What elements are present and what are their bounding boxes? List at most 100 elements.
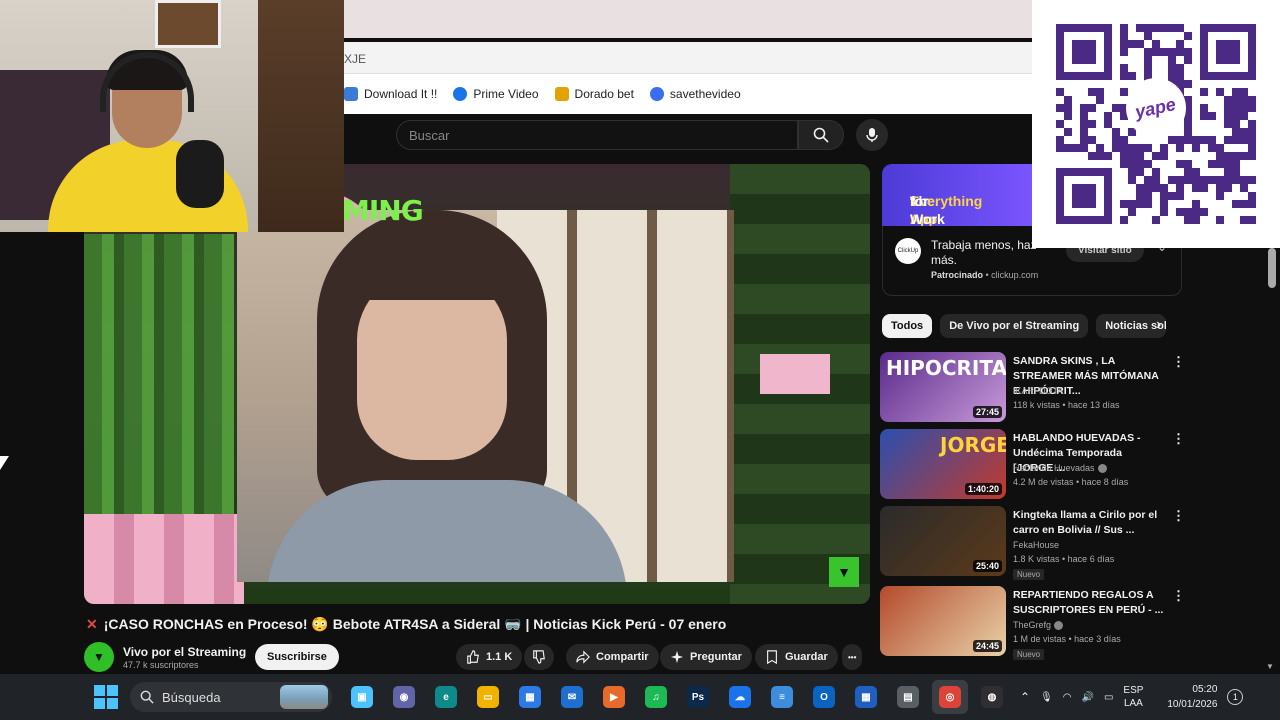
recommendation-channel[interactable]: IKARI DOTA (1013, 386, 1063, 396)
search-placeholder: Buscar (409, 128, 450, 143)
save-button[interactable]: Guardar (755, 644, 838, 670)
recommendation-item[interactable]: HIPOCRITA 27:45 SANDRA SKINS , LA STREAM… (880, 352, 1185, 426)
volume-icon[interactable]: 🔊 (1082, 692, 1094, 703)
video-duration: 25:40 (972, 560, 1002, 572)
recommendation-channel[interactable]: TheGrefg (1013, 620, 1064, 631)
taskbar-search[interactable]: Búsqueda (130, 682, 332, 712)
more-vertical-icon[interactable]: ⋮ (1172, 354, 1185, 370)
channel-watermark-icon: ▼ (829, 557, 859, 587)
subscribe-button[interactable]: Suscribirse (255, 644, 339, 670)
chevron-up-icon[interactable]: ⌃ (1020, 690, 1030, 704)
verified-icon (1097, 464, 1107, 474)
start-button[interactable] (94, 685, 118, 709)
video-thumbnail[interactable]: JORGE 1:40:20 (880, 429, 1006, 499)
chip-de-vivo-por-el-streaming[interactable]: De Vivo por el Streaming (940, 314, 1089, 338)
recommendation-meta: 1.8 K vistas • hace 6 días (1013, 554, 1115, 564)
taskbar-app-chrome[interactable]: ◎ (932, 680, 968, 714)
bookmark-dorado-bet[interactable]: Dorado bet (554, 87, 634, 101)
taskbar-app-spotify[interactable]: ♫ (638, 680, 674, 714)
taskbar-app-outlook[interactable]: O (806, 680, 842, 714)
thumbnail-text: JORGE (940, 433, 1006, 457)
new-badge: Nuevo (1013, 569, 1045, 580)
taskbar-app-file-explorer[interactable]: ▭ (470, 680, 506, 714)
bookmark-savethevideo[interactable]: savethevideo (649, 87, 741, 101)
more-vertical-icon[interactable]: ⋮ (1172, 588, 1185, 604)
taskbar-app-teams[interactable]: ◉ (386, 680, 422, 714)
page-scrollbar[interactable] (1268, 248, 1276, 288)
video-pink-blocks (84, 514, 244, 604)
notification-badge[interactable]: 1 (1227, 689, 1244, 705)
wifi-icon[interactable]: ◠ (1063, 692, 1072, 703)
taskbar-app-obs[interactable]: ◍ (974, 680, 1010, 714)
store-icon: ▦ (519, 686, 541, 708)
play-icon (453, 87, 468, 101)
ask-button[interactable]: Preguntar (660, 644, 752, 670)
calculator-icon: ▤ (897, 686, 919, 708)
onedrive-icon: ☁ (729, 686, 751, 708)
language-indicator[interactable]: ESP LAA (1123, 684, 1143, 710)
recommendation-item[interactable]: 24:45 REPARTIENDO REGALOS A SUSCRIPTORES… (880, 586, 1185, 660)
video-thumbnail[interactable]: 25:40 (880, 506, 1006, 576)
channel-avatar[interactable]: ▼ (84, 642, 114, 672)
taskbar-app-mail[interactable]: ✉ (554, 680, 590, 714)
more-vertical-icon[interactable]: ⋮ (1172, 508, 1185, 524)
search-button[interactable] (798, 120, 844, 150)
search-input[interactable]: Buscar (396, 120, 798, 150)
taskbar-app-notepad[interactable]: ≡ (764, 680, 800, 714)
video-thumbnail[interactable]: HIPOCRITA 27:45 (880, 352, 1006, 422)
share-button[interactable]: Compartir (566, 644, 659, 670)
address-bar[interactable]: XJE (344, 42, 1032, 74)
more-icon: ••• (848, 652, 857, 662)
person-bangs (337, 220, 527, 300)
taskbar-app-task-view[interactable]: ▣ (344, 680, 380, 714)
taskbar-app-calculator[interactable]: ▤ (890, 680, 926, 714)
like-button[interactable]: 1.1 K (456, 644, 523, 670)
recommendation-channel[interactable]: FekaHouse (1013, 540, 1059, 550)
recommendation-channel[interactable]: Hablando Huevadas (1013, 463, 1107, 474)
taskbar-app-photoshop[interactable]: Ps (680, 680, 716, 714)
x-mark-icon: ✕ (86, 616, 98, 632)
chrome-icon: ◎ (939, 686, 961, 708)
chip-todos[interactable]: Todos (882, 314, 933, 338)
taskbar-app-media-player[interactable]: ▶ (596, 680, 632, 714)
recommendation-item[interactable]: 25:40 Kingteka llama a Cirilo por el car… (880, 506, 1185, 580)
thumbs-down-icon (533, 650, 545, 664)
voice-search-button[interactable] (856, 119, 888, 151)
filter-chips: Todos De Vivo por el Streaming Noticias … (882, 314, 1167, 340)
dislike-button[interactable] (524, 644, 554, 670)
photoshop-icon: Ps (687, 686, 709, 708)
battery-icon[interactable]: ▭ (1104, 692, 1113, 703)
bookmark-prime-video[interactable]: Prime Video (453, 87, 539, 101)
channel-name[interactable]: Vivo por el Streaming (123, 645, 246, 659)
share-label: Compartir (596, 651, 649, 663)
recommendation-title[interactable]: Kingteka llama a Cirilo por el carro en … (1013, 508, 1165, 538)
bookmark-download-it[interactable]: Download It !! (344, 87, 437, 101)
taskbar-app-calendar[interactable]: ▦ (848, 680, 884, 714)
video-title-text: ¡CASO RONCHAS en Proceso! 😳 Bebote ATR4S… (103, 616, 727, 632)
video-thumbnail[interactable]: 24:45 (880, 586, 1006, 656)
verified-icon (1054, 621, 1064, 631)
clock-date: 10/01/2026 (1167, 699, 1218, 710)
recommendation-item[interactable]: JORGE 1:40:20 HABLANDO HUEVADAS - Undéci… (880, 429, 1185, 503)
bookmark-label: Prime Video (473, 87, 539, 101)
media-player-icon: ▶ (603, 686, 625, 708)
microphone-icon[interactable]: 🎙 (1040, 692, 1053, 703)
ad-banner[interactable]: The Everything App for Work (882, 164, 1032, 227)
taskbar-app-edge[interactable]: e (428, 680, 464, 714)
channel-name: TheGrefg (1013, 620, 1052, 630)
yape-logo: yape (1126, 78, 1186, 138)
edge-icon: e (435, 686, 457, 708)
channel-subscribers: 47.7 k suscriptores (123, 660, 199, 670)
taskbar-app-onedrive[interactable]: ☁ (722, 680, 758, 714)
recommendation-title[interactable]: REPARTIENDO REGALOS A SUSCRIPTORES EN PE… (1013, 588, 1165, 618)
mouse-cursor (0, 456, 9, 470)
more-vertical-icon[interactable]: ⋮ (1172, 431, 1185, 447)
video-duration: 24:45 (972, 640, 1002, 652)
clock[interactable]: 05:20 10/01/2026 (1153, 682, 1217, 712)
chevron-right-icon[interactable]: › (1156, 316, 1161, 334)
scroll-down-arrow-icon[interactable]: ▼ (1266, 662, 1274, 671)
taskbar-app-store[interactable]: ▦ (512, 680, 548, 714)
more-actions-button[interactable]: ••• (842, 644, 863, 670)
video-duration: 27:45 (972, 406, 1002, 418)
obs-icon: ◍ (981, 686, 1003, 708)
